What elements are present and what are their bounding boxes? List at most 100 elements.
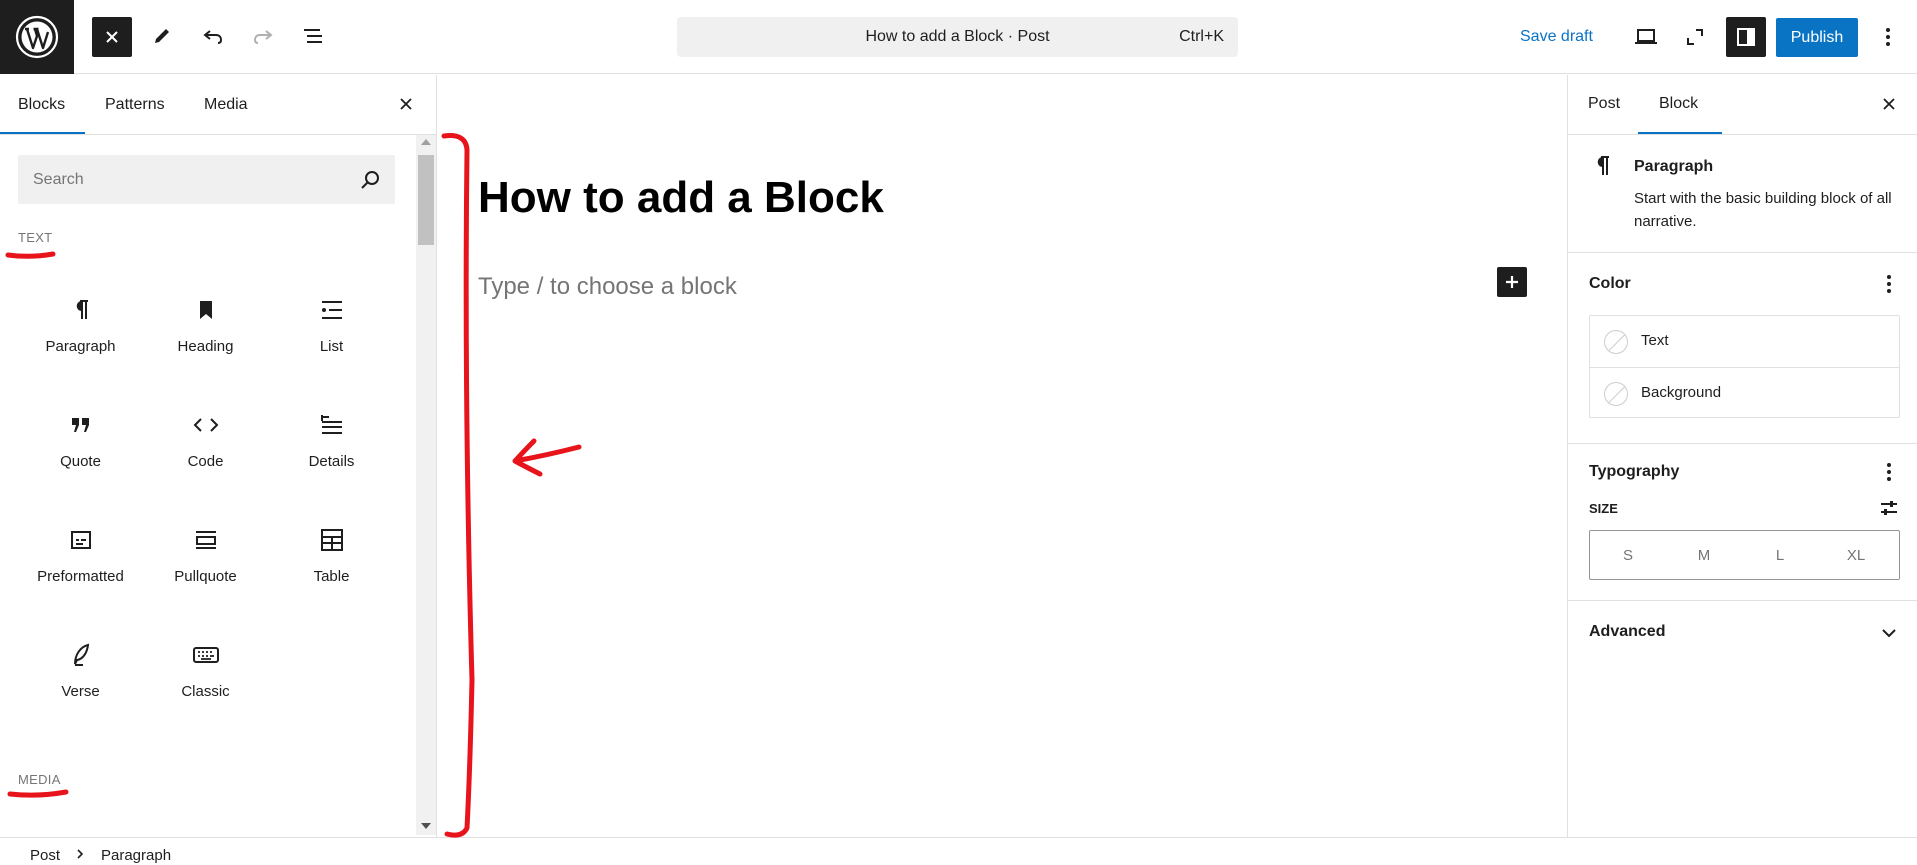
block-label: Table xyxy=(313,568,350,585)
size-option-s[interactable]: S xyxy=(1590,547,1666,564)
block-card: Paragraph Start with the basic building … xyxy=(1568,136,1917,253)
search-icon xyxy=(361,171,379,189)
tab-patterns[interactable]: Patterns xyxy=(105,96,165,114)
block-search-input[interactable] xyxy=(18,155,348,204)
tab-media[interactable]: Media xyxy=(204,96,248,114)
heading-icon xyxy=(191,295,221,325)
fullscreen-button[interactable] xyxy=(1675,17,1715,57)
verse-icon xyxy=(66,640,96,670)
close-inserter-icon[interactable] xyxy=(395,93,417,115)
block-table[interactable]: Table xyxy=(269,513,394,613)
color-panel-title: Color xyxy=(1589,275,1631,292)
add-block-button[interactable] xyxy=(1497,267,1527,297)
active-tab-indicator xyxy=(0,132,85,134)
tab-post[interactable]: Post xyxy=(1588,95,1620,113)
editor-header: How to add a Block · Post Ctrl+K Save dr… xyxy=(0,0,1917,74)
tools-button[interactable] xyxy=(142,16,182,56)
typography-panel-title: Typography xyxy=(1589,463,1680,480)
block-breadcrumb: Post Paragraph xyxy=(0,837,1917,865)
breadcrumb-post[interactable]: Post xyxy=(30,847,60,864)
block-label: Heading xyxy=(177,338,234,355)
block-quote[interactable]: Quote xyxy=(18,398,143,498)
block-label: List xyxy=(319,338,344,355)
block-label: Paragraph xyxy=(45,338,116,355)
block-details[interactable]: Details xyxy=(269,398,394,498)
details-icon xyxy=(317,410,347,440)
document-title: How to add a Block · Post xyxy=(865,28,1050,45)
block-preformatted[interactable]: Preformatted xyxy=(18,513,143,613)
editor-canvas: How to add a Block Type / to choose a bl… xyxy=(438,75,1567,837)
paragraph-icon xyxy=(66,295,96,325)
block-card-description: Start with the basic building block of a… xyxy=(1634,190,1892,230)
block-label: Classic xyxy=(181,683,230,700)
background-color-option[interactable]: Background xyxy=(1590,367,1899,418)
color-settings: Text Background xyxy=(1589,315,1900,418)
classic-icon xyxy=(191,640,221,670)
active-tab-indicator xyxy=(1638,132,1722,134)
save-draft-button[interactable]: Save draft xyxy=(1520,28,1593,46)
sidebar-icon xyxy=(1737,28,1755,46)
pullquote-icon xyxy=(191,525,221,555)
block-heading[interactable]: Heading xyxy=(143,283,268,383)
options-button[interactable] xyxy=(1868,17,1908,57)
block-label: Details xyxy=(308,453,355,470)
breadcrumb-paragraph[interactable]: Paragraph xyxy=(101,847,171,864)
preview-button[interactable] xyxy=(1626,17,1666,57)
font-size-picker: S M L XL xyxy=(1589,530,1900,580)
divider xyxy=(1568,443,1917,444)
text-color-option[interactable]: Text xyxy=(1590,316,1899,367)
custom-size-settings-icon[interactable] xyxy=(1878,497,1900,519)
close-settings-icon[interactable] xyxy=(1878,93,1900,115)
block-verse[interactable]: Verse xyxy=(18,628,143,728)
sidebar-tabs: Post Block xyxy=(1568,75,1917,135)
pencil-icon xyxy=(155,29,169,43)
paragraph-block-placeholder[interactable]: Type / to choose a block xyxy=(478,273,737,301)
scroll-down-arrow-icon[interactable] xyxy=(421,823,431,829)
block-label: Quote xyxy=(60,453,101,470)
command-shortcut: Ctrl+K xyxy=(1179,28,1224,45)
scroll-up-arrow-icon[interactable] xyxy=(421,139,431,145)
color-option-label: Text xyxy=(1641,332,1669,349)
block-label: Preformatted xyxy=(37,568,124,585)
color-option-label: Background xyxy=(1641,384,1722,401)
publish-button[interactable]: Publish xyxy=(1776,18,1858,57)
document-overview-button[interactable] xyxy=(293,16,333,56)
laptop-icon xyxy=(1635,29,1657,44)
undo-button[interactable] xyxy=(193,16,233,56)
wordpress-logo-icon[interactable] xyxy=(0,0,74,74)
tab-block[interactable]: Block xyxy=(1659,95,1698,113)
inserter-scrollbar[interactable] xyxy=(416,135,436,835)
advanced-panel-toggle[interactable]: Advanced xyxy=(1589,623,1665,641)
plus-icon xyxy=(1506,276,1518,288)
block-paragraph[interactable]: Paragraph xyxy=(18,283,143,383)
code-icon xyxy=(191,410,221,440)
typography-options-more-vertical-icon[interactable] xyxy=(1878,461,1900,483)
close-inserter-button[interactable] xyxy=(92,17,132,57)
chevron-right-icon xyxy=(76,847,84,863)
settings-toggle-button[interactable] xyxy=(1726,17,1766,57)
font-size-label: SIZE xyxy=(1589,501,1618,516)
size-option-m[interactable]: M xyxy=(1666,547,1742,564)
post-title[interactable]: How to add a Block xyxy=(478,173,884,223)
scroll-thumb[interactable] xyxy=(418,155,434,245)
empty-swatch-icon xyxy=(1604,330,1628,354)
size-option-xl[interactable]: XL xyxy=(1818,547,1894,564)
block-list[interactable]: List xyxy=(269,283,394,383)
quote-icon xyxy=(66,410,96,440)
inserter-tabs: Blocks Patterns Media xyxy=(0,75,437,135)
block-search xyxy=(18,155,395,204)
divider xyxy=(1568,600,1917,601)
block-pullquote[interactable]: Pullquote xyxy=(143,513,268,613)
block-classic[interactable]: Classic xyxy=(143,628,268,728)
color-options-more-vertical-icon[interactable] xyxy=(1878,273,1900,295)
preformatted-icon xyxy=(66,525,96,555)
close-icon xyxy=(106,31,118,43)
size-option-l[interactable]: L xyxy=(1742,547,1818,564)
command-palette-button[interactable]: How to add a Block · Post Ctrl+K xyxy=(677,17,1238,57)
tab-blocks[interactable]: Blocks xyxy=(18,96,65,114)
block-code[interactable]: Code xyxy=(143,398,268,498)
block-inserter-panel: Blocks Patterns Media TEXT Paragraph Hea… xyxy=(0,75,437,837)
chevron-down-icon[interactable] xyxy=(1878,622,1900,644)
list-icon xyxy=(317,295,347,325)
redo-button[interactable] xyxy=(243,16,283,56)
